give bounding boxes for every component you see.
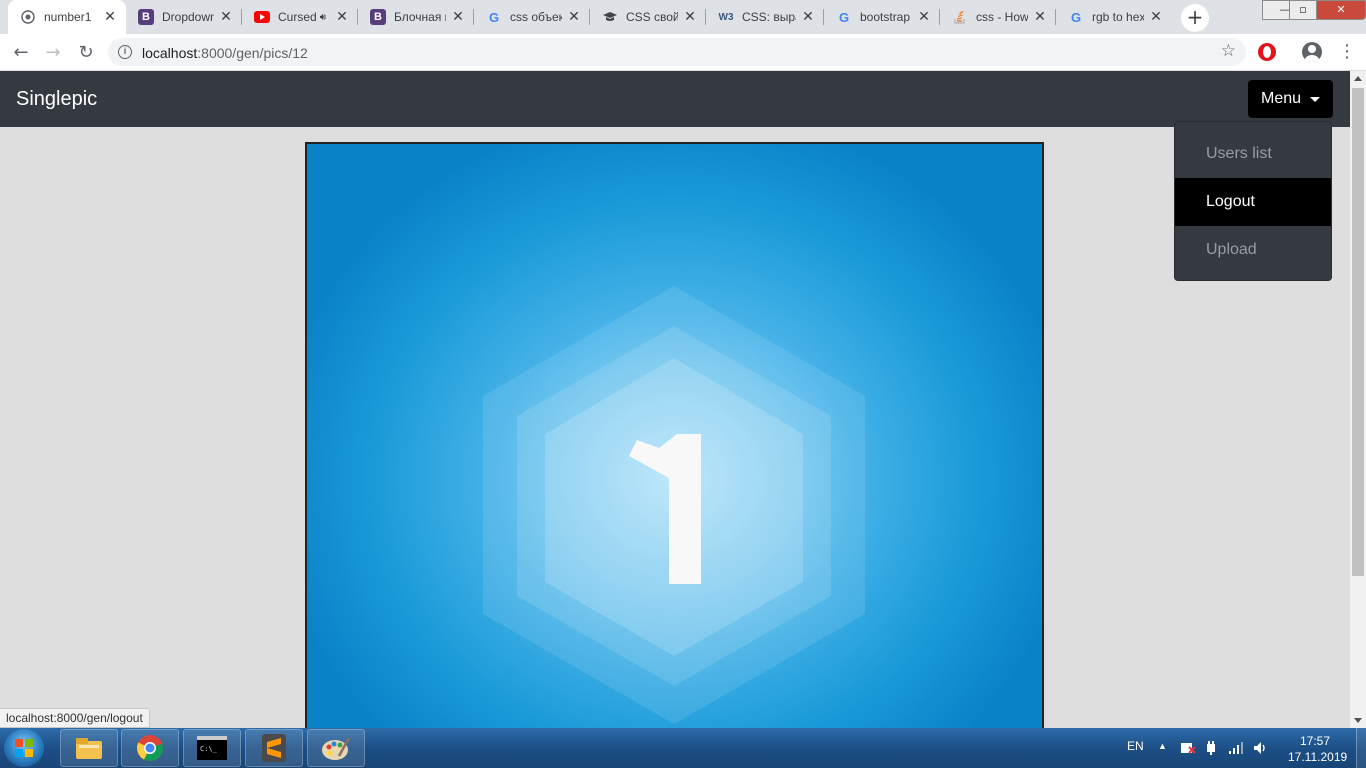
main-picture	[305, 142, 1044, 742]
tab-css-align[interactable]: W3 CSS: выравнивание ✕	[706, 0, 824, 34]
stackoverflow-icon	[952, 9, 968, 25]
youtube-icon	[254, 9, 270, 25]
svg-text:C:\_: C:\_	[200, 745, 218, 753]
tab-dropdowns[interactable]: B Dropdowns ✕	[126, 0, 242, 34]
show-hidden-icons-icon[interactable]: ▲	[1158, 741, 1167, 768]
close-tab-icon[interactable]: ✕	[450, 9, 466, 25]
tab-title: css - How	[976, 10, 1028, 24]
taskbar-paint[interactable]	[307, 729, 365, 767]
tab-block-model[interactable]: B Блочная модель ✕	[358, 0, 474, 34]
forward-arrow-icon[interactable]: →	[40, 40, 66, 66]
tab-youtube[interactable]: Cursed 🔊︎ ✕	[242, 0, 358, 34]
tab-title: css объект	[510, 10, 562, 24]
tab-bootstrap-search[interactable]: G bootstrap ✕	[824, 0, 940, 34]
google-icon: G	[1070, 9, 1082, 25]
menu-dropdown-button[interactable]: Menu	[1248, 80, 1333, 118]
browser-menu-icon[interactable]: ⋮	[1338, 42, 1356, 62]
menu-label: Menu	[1261, 90, 1302, 107]
close-tab-icon[interactable]: ✕	[800, 9, 816, 25]
tab-title: number1	[44, 10, 92, 24]
page-scrollbar[interactable]	[1350, 71, 1366, 728]
tab-title: CSS: выравнивание	[742, 10, 796, 24]
scroll-up-arrow-icon[interactable]	[1354, 76, 1362, 81]
bookmark-star-icon[interactable]: ☆	[1221, 41, 1236, 61]
scrollbar-thumb[interactable]	[1352, 88, 1364, 576]
tab-title: rgb to hex	[1092, 10, 1144, 24]
address-host: localhost	[142, 45, 198, 61]
sublime-text-icon	[262, 734, 286, 762]
chrome-icon	[136, 735, 163, 761]
windows-explorer-icon	[76, 738, 102, 759]
bootstrap-icon: B	[138, 9, 154, 25]
power-plug-icon[interactable]	[1204, 740, 1218, 768]
dropdown-item-upload[interactable]: Upload	[1175, 226, 1331, 274]
globe-icon	[20, 9, 36, 25]
taskbar-cmd[interactable]: C:\_	[183, 729, 241, 767]
taskbar-chrome[interactable]	[121, 729, 179, 767]
close-tab-icon[interactable]: ✕	[1148, 9, 1164, 25]
browser-toolbar: ← → ↻ i localhost:8000/gen/pics/12 ☆	[0, 34, 1366, 71]
network-signal-icon[interactable]	[1228, 740, 1244, 768]
close-tab-icon[interactable]: ✕	[102, 9, 118, 25]
tab-title: Cursed	[278, 10, 316, 24]
taskbar-clock[interactable]: 17:57 17.11.2019	[1288, 733, 1348, 765]
tab-title: CSS свойства	[626, 10, 678, 24]
w3schools-icon: W3	[718, 11, 734, 23]
dropdown-item-logout[interactable]: Logout	[1175, 178, 1331, 226]
address-path: :8000/gen/pics/12	[197, 45, 308, 61]
close-window-button[interactable]: ✕	[1316, 0, 1366, 20]
action-center-icon[interactable]	[1180, 740, 1196, 768]
site-navbar: Singlepic Menu	[0, 71, 1350, 127]
address-bar[interactable]: i localhost:8000/gen/pics/12 ☆	[108, 38, 1246, 66]
google-icon: G	[838, 9, 850, 25]
bootstrap-icon: B	[370, 9, 386, 25]
windows-taskbar: C:\_ EN ▲ 17:57 17.11.2019	[0, 728, 1366, 768]
google-icon: G	[488, 9, 500, 25]
tab-rgb-to-hex[interactable]: G rgb to hex ✕	[1056, 0, 1172, 34]
start-button[interactable]	[4, 729, 44, 767]
tab-css-properties[interactable]: CSS свойства ✕	[590, 0, 706, 34]
site-info-icon[interactable]: i	[118, 45, 132, 59]
menu-dropdown: Users list Logout Upload	[1174, 121, 1332, 281]
close-tab-icon[interactable]: ✕	[218, 9, 234, 25]
scroll-down-arrow-icon[interactable]	[1354, 718, 1362, 723]
dropdown-item-users-list[interactable]: Users list	[1175, 130, 1331, 178]
paint-icon	[322, 737, 351, 760]
tab-css-object[interactable]: G css объект ✕	[474, 0, 590, 34]
clock-date: 17.11.2019	[1288, 750, 1348, 764]
taskbar-explorer[interactable]	[60, 729, 118, 767]
tab-stackoverflow[interactable]: css - How ✕	[940, 0, 1056, 34]
show-desktop-button[interactable]	[1356, 728, 1366, 768]
caret-down-icon	[1310, 97, 1320, 102]
browser-tab-strip: number1 ✕ B Dropdowns ✕ Cursed 🔊︎ ✕ B Бл…	[0, 0, 1366, 34]
clock-time: 17:57	[1299, 734, 1331, 748]
reload-icon[interactable]: ↻	[73, 40, 99, 66]
audio-playing-icon[interactable]: 🔊︎	[320, 12, 326, 23]
graduation-cap-icon	[602, 9, 618, 25]
back-arrow-icon[interactable]: ←	[8, 40, 34, 66]
close-tab-icon[interactable]: ✕	[682, 9, 698, 25]
new-tab-button[interactable]: +	[1181, 4, 1209, 32]
close-tab-icon[interactable]: ✕	[334, 9, 350, 25]
tab-title: Блочная модель	[394, 10, 446, 24]
tab-title: Dropdowns	[162, 10, 214, 24]
cmd-icon: C:\_	[197, 736, 227, 760]
close-tab-icon[interactable]: ✕	[566, 9, 582, 25]
account-icon[interactable]	[1302, 42, 1322, 62]
windows-logo-icon	[15, 739, 33, 757]
opera-extension-icon[interactable]	[1258, 43, 1276, 61]
maximize-button[interactable]: ▫	[1289, 0, 1317, 20]
taskbar-sublime[interactable]	[245, 729, 303, 767]
address-url[interactable]: localhost:8000/gen/pics/12	[142, 45, 308, 61]
close-tab-icon[interactable]: ✕	[916, 9, 932, 25]
language-indicator[interactable]: EN	[1127, 739, 1144, 768]
tab-number1[interactable]: number1 ✕	[8, 0, 126, 34]
close-tab-icon[interactable]: ✕	[1032, 9, 1048, 25]
brand-link[interactable]: Singlepic	[16, 88, 97, 111]
tab-title: bootstrap	[860, 10, 911, 24]
hexagon-badge-image	[483, 286, 865, 724]
link-status-bubble: localhost:8000/gen/logout	[0, 708, 150, 728]
volume-icon[interactable]	[1252, 740, 1268, 768]
